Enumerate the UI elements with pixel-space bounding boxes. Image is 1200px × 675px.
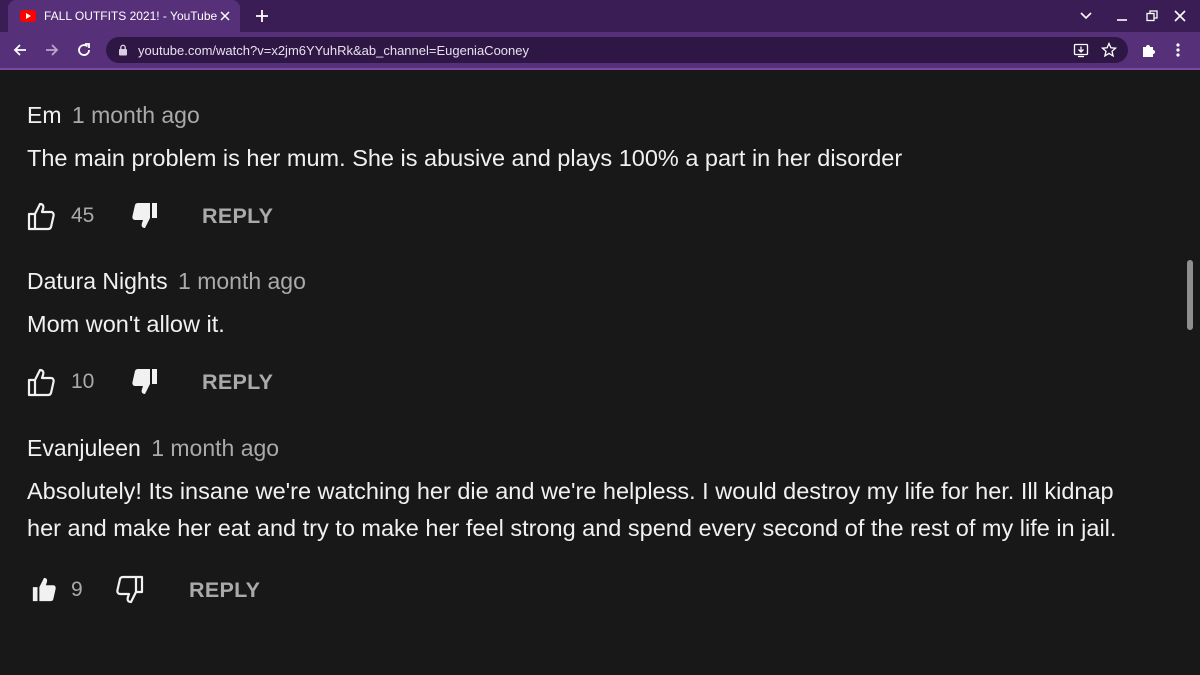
comment-text: Absolutely! Its insane we're watching he… (27, 478, 1117, 541)
reply-button[interactable]: REPLY (189, 573, 260, 607)
bookmark-star-icon[interactable] (1100, 41, 1118, 59)
tab-strip: FALL OUTFITS 2021! - YouTube (0, 0, 1200, 32)
tab-search-icon[interactable] (1076, 6, 1096, 26)
comment-actions: 10 REPLY (27, 365, 1147, 399)
comment: Datura Nights 1 month ago Mom won't allo… (27, 266, 1147, 399)
restore-icon[interactable] (1142, 6, 1162, 26)
url-text: youtube.com/watch?v=x2jm6YYuhRk&ab_chann… (138, 42, 529, 58)
close-tab-icon[interactable] (217, 6, 232, 26)
browser-toolbar: youtube.com/watch?v=x2jm6YYuhRk&ab_chann… (0, 32, 1200, 70)
forward-arrow-icon[interactable] (42, 40, 62, 60)
address-bar[interactable]: youtube.com/watch?v=x2jm6YYuhRk&ab_chann… (106, 37, 1128, 63)
scrollbar-thumb[interactable] (1187, 260, 1193, 330)
comment-header: Datura Nights 1 month ago (27, 266, 1147, 296)
comment: Em 1 month ago The main problem is her m… (27, 100, 1147, 233)
comment: Evanjuleen 1 month ago Absolutely! Its i… (27, 433, 1147, 607)
kebab-menu-icon[interactable] (1168, 40, 1188, 60)
reply-button[interactable]: REPLY (202, 365, 273, 399)
comment-actions: 9 REPLY (27, 573, 1147, 607)
comment-text: The main problem is her mum. She is abus… (27, 145, 903, 171)
comment-text: Mom won't allow it. (27, 311, 225, 337)
like-count: 10 (71, 370, 95, 393)
thumbs-down-icon[interactable] (131, 201, 159, 231)
browser-tab[interactable]: FALL OUTFITS 2021! - YouTube (8, 0, 240, 32)
minimize-icon[interactable] (1112, 6, 1132, 26)
like-count: 9 (71, 578, 83, 601)
comment-actions: 45 REPLY (27, 199, 1147, 233)
comment-header: Evanjuleen 1 month ago (27, 433, 1147, 463)
comment-author[interactable]: Em (27, 102, 62, 128)
thumbs-up-icon[interactable] (31, 575, 59, 605)
extensions-icon[interactable] (1138, 40, 1158, 60)
new-tab-button[interactable] (252, 6, 272, 26)
comment-time[interactable]: 1 month ago (72, 102, 200, 128)
thumbs-up-icon[interactable] (27, 201, 55, 231)
thumbs-up-icon[interactable] (27, 367, 55, 397)
thumbs-down-icon[interactable] (131, 367, 159, 397)
comment-author[interactable]: Datura Nights (27, 268, 168, 294)
reply-button[interactable]: REPLY (202, 199, 273, 233)
reload-icon[interactable] (74, 40, 94, 60)
install-app-icon[interactable] (1072, 41, 1090, 59)
comment-author[interactable]: Evanjuleen (27, 435, 141, 461)
thumbs-down-icon[interactable] (116, 575, 144, 605)
close-window-icon[interactable] (1170, 6, 1190, 26)
like-count: 45 (71, 204, 95, 227)
lock-icon[interactable] (116, 43, 130, 57)
comment-time[interactable]: 1 month ago (178, 268, 306, 294)
tab-title: FALL OUTFITS 2021! - YouTube (44, 9, 218, 23)
youtube-icon (20, 8, 36, 24)
back-arrow-icon[interactable] (10, 40, 30, 60)
comment-header: Em 1 month ago (27, 100, 1147, 130)
comment-time[interactable]: 1 month ago (151, 435, 279, 461)
